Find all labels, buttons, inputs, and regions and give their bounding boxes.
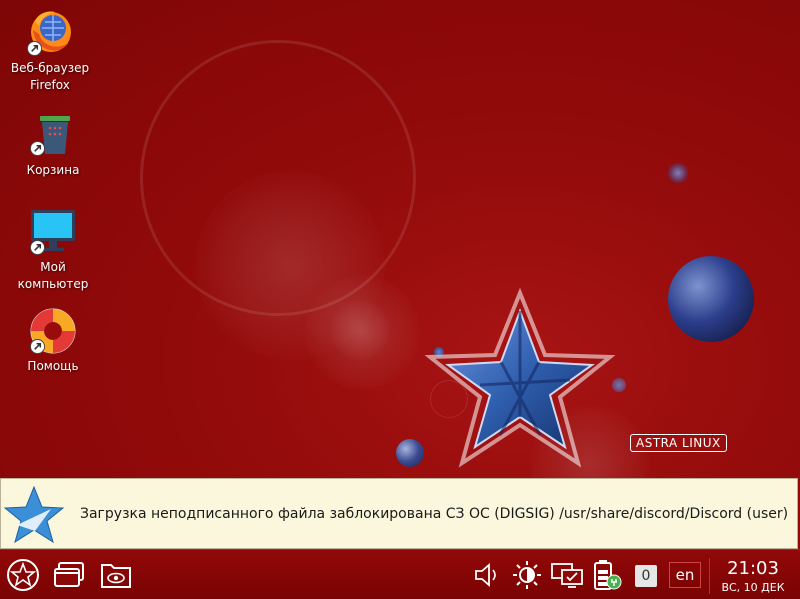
desktop-icon-my-computer[interactable]: Мой компьютер	[3, 207, 103, 293]
desktop-icon-label: Firefox	[30, 78, 70, 92]
shortcut-arrow-icon	[30, 240, 45, 255]
lifebuoy-icon	[28, 306, 78, 356]
file-manager-button[interactable]	[97, 556, 135, 594]
desktop-icon-label: Мой	[40, 260, 66, 274]
desktop-icon-label: Корзина	[26, 163, 80, 177]
desktop-icon-help[interactable]: Помощь	[3, 306, 103, 375]
window-switcher-icon	[54, 562, 84, 587]
taskbar: 0 en 21:03 ВС, 10 ДЕК	[0, 549, 800, 599]
desktop-icon-label: компьютер	[17, 277, 89, 291]
computer-icon	[28, 207, 78, 257]
window-switcher-button[interactable]	[50, 556, 88, 594]
astra-linux-brand: ASTRA LINUX	[630, 434, 727, 452]
file-manager-icon	[101, 564, 131, 588]
firefox-icon	[25, 8, 75, 58]
wallpaper-sphere	[668, 163, 688, 183]
notifications-counter[interactable]: 0	[635, 565, 657, 587]
battery-charging-icon	[594, 560, 622, 590]
keyboard-layout-label: en	[675, 566, 695, 584]
battery-button[interactable]	[587, 556, 625, 594]
keyboard-layout-indicator[interactable]: en	[669, 562, 701, 588]
astra-star-icon	[3, 485, 65, 544]
tray-separator	[709, 558, 710, 594]
notification-text: Загрузка неподписанного файла заблокиров…	[80, 506, 789, 522]
desktop-icon-label: Веб-браузер	[10, 61, 90, 75]
shortcut-arrow-icon	[30, 339, 45, 354]
notification-banner[interactable]: Загрузка неподписанного файла заблокиров…	[0, 478, 798, 549]
astra-star-logo	[424, 287, 616, 468]
volume-button[interactable]	[468, 556, 506, 594]
notifications-count: 0	[641, 568, 651, 584]
desktop-icon-trash[interactable]: Корзина	[3, 112, 103, 179]
brightness-icon	[513, 561, 541, 589]
wallpaper-glow	[330, 300, 390, 360]
clock-time: 21:03	[727, 558, 779, 579]
trash-icon	[28, 112, 78, 156]
desktop-icon-firefox[interactable]: Веб-браузер Firefox	[0, 8, 100, 94]
clock-date: ВС, 10 ДЕК	[721, 581, 785, 594]
astra-start-icon	[7, 559, 39, 591]
speaker-icon	[475, 563, 496, 587]
start-button[interactable]	[4, 556, 42, 594]
network-button[interactable]	[548, 556, 586, 594]
shortcut-arrow-icon	[27, 41, 42, 56]
desktop-icon-label: Помощь	[27, 359, 79, 373]
network-display-icon	[551, 563, 583, 588]
wallpaper-sphere	[668, 256, 754, 342]
shortcut-arrow-icon	[30, 141, 45, 156]
brightness-button[interactable]	[508, 556, 546, 594]
desktop: ASTRA LINUX Веб-браузер Firefox Корзина …	[0, 0, 800, 599]
